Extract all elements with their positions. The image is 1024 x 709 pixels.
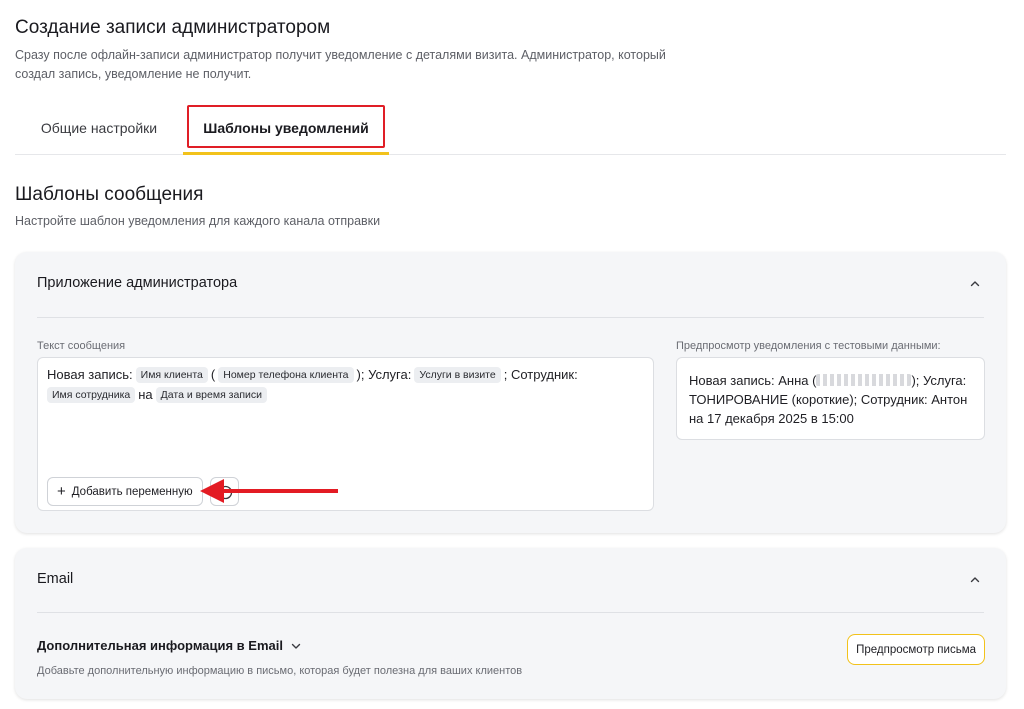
extra-info-description: Добавьте дополнительную информацию в пис…	[37, 665, 523, 677]
chevron-up-icon[interactable]	[970, 575, 980, 585]
section-description: Настройте шаблон уведомления для каждого…	[15, 214, 381, 228]
admin-app-card: Приложение администратора Текст сообщени…	[15, 252, 1006, 533]
add-variable-label: Добавить переменную	[71, 485, 193, 498]
masked-phone	[816, 374, 912, 386]
add-variable-button[interactable]: + Добавить переменную	[47, 477, 203, 506]
message-text-segment: ; Сотрудник:	[503, 367, 578, 382]
tab-general-settings[interactable]: Общие настройки	[15, 102, 183, 154]
active-tab-underline	[183, 152, 389, 155]
tab-general-settings-label: Общие настройки	[40, 120, 158, 136]
plus-icon: +	[57, 483, 66, 500]
preview-text: Новая запись: Анна (	[689, 373, 817, 388]
variable-chip-client-name[interactable]: Имя клиента	[135, 367, 208, 383]
message-label: Текст сообщения	[37, 340, 126, 352]
section-title: Шаблоны сообщения	[15, 184, 204, 205]
variable-chip-client-phone[interactable]: Номер телефона клиента	[218, 367, 354, 383]
chevron-down-icon	[291, 643, 301, 649]
card-divider	[37, 317, 984, 318]
page-description: Сразу после офлайн-записи администратор …	[15, 48, 666, 81]
message-text-segment: ); Услуга:	[356, 367, 412, 382]
notification-preview: Новая запись: Анна (); Услуга: ТОНИРОВАН…	[676, 357, 985, 440]
variable-chip-datetime[interactable]: Дата и время записи	[155, 387, 268, 403]
tabs-bar: Общие настройки Шаблоны уведомлений	[15, 102, 1006, 155]
variable-chip-employee[interactable]: Имя сотрудника	[47, 387, 136, 403]
admin-app-card-title: Приложение администратора	[37, 275, 238, 291]
highlight-frame	[187, 105, 385, 148]
extra-info-toggle[interactable]: Дополнительная информация в Email	[37, 638, 301, 653]
message-text-segment: на	[138, 387, 153, 402]
extra-info-title: Дополнительная информация в Email	[37, 638, 283, 653]
email-card-title: Email	[37, 571, 74, 587]
message-text: Новая запись: Имя клиента(Номер телефона …	[47, 365, 607, 405]
arrow-left-icon	[200, 479, 338, 503]
chevron-up-icon[interactable]	[970, 279, 980, 289]
message-text-segment: (	[210, 367, 216, 382]
preview-label: Предпросмотр уведомления с тестовыми дан…	[676, 340, 941, 352]
card-divider	[37, 612, 984, 613]
preview-letter-button[interactable]: Предпросмотр письма	[847, 634, 985, 665]
variable-chip-services[interactable]: Услуги в визите	[414, 367, 501, 383]
email-card: Email Дополнительная информация в Email …	[15, 548, 1006, 699]
message-editor[interactable]: Новая запись: Имя клиента(Номер телефона …	[37, 357, 654, 511]
page-title: Создание записи администратором	[15, 17, 331, 38]
message-text-segment: Новая запись:	[47, 367, 133, 382]
